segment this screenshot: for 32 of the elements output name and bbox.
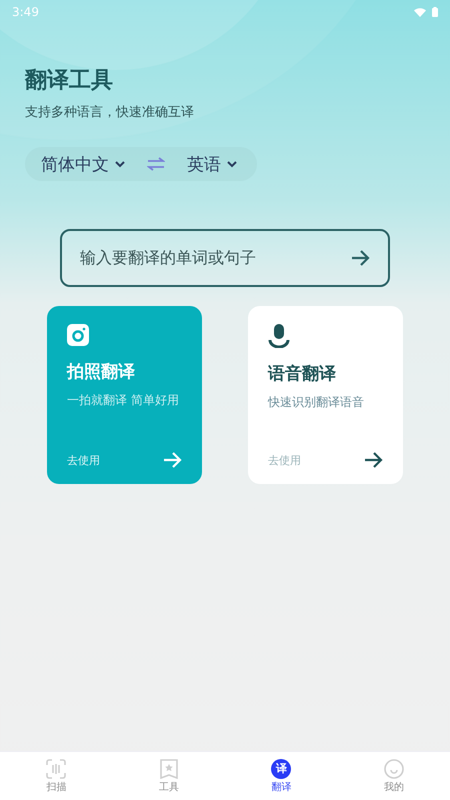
nav-tab[interactable]: 译 翻译 (225, 752, 338, 800)
card-title: 拍照翻译 (67, 361, 136, 383)
use-link[interactable]: 去使用 (67, 452, 100, 468)
chevron-down-icon (115, 160, 125, 168)
swap-icon[interactable] (147, 157, 165, 171)
feature-card[interactable]: 拍照翻译 一拍就翻译 简单好用 去使用 (47, 306, 202, 484)
nav-tab[interactable]: 我的 (338, 752, 450, 800)
chevron-down-icon (227, 160, 237, 168)
bookmark-icon (160, 758, 178, 778)
target-language-dropdown[interactable]: 英语 (187, 152, 237, 176)
microphone-icon (268, 324, 290, 348)
card-title: 语音翻译 (268, 363, 337, 385)
card-description: 快速识别翻译语音 (268, 394, 365, 411)
arrow-right-icon (351, 250, 370, 266)
translate-badge: 译 (271, 758, 292, 778)
translate-input-field[interactable]: 输入要翻译的单词或句子 (60, 229, 390, 287)
nav-tab[interactable]: 扫描 (0, 752, 112, 800)
camera-icon (67, 324, 89, 346)
arrow-right-icon (163, 452, 182, 468)
page-subtitle: 支持多种语言，快速准确互译 (25, 104, 195, 121)
scan-icon (46, 758, 66, 778)
smiley-icon (384, 758, 404, 778)
feature-card[interactable]: 语音翻译 快速识别翻译语音 去使用 (248, 306, 403, 484)
nav-tab[interactable]: 工具 (112, 752, 225, 800)
page-title: 翻译工具 (25, 67, 114, 95)
battery-icon (432, 7, 438, 17)
wifi-icon (414, 8, 426, 16)
status-time: 3:49 (12, 5, 39, 19)
use-link[interactable]: 去使用 (268, 452, 301, 468)
source-language-dropdown[interactable]: 简体中文 (41, 152, 125, 176)
arrow-right-icon (364, 452, 383, 468)
card-description: 一拍就翻译 简单好用 (67, 392, 180, 409)
